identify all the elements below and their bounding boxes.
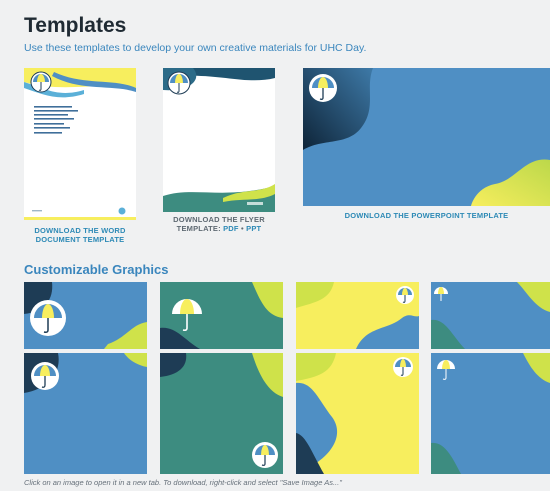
flyer-template-thumbnail[interactable] — [163, 68, 275, 212]
graphic-4-thumbnail[interactable] — [431, 282, 550, 349]
word-template-caption[interactable]: DOWNLOAD THE WORD DOCUMENT TEMPLATE — [24, 226, 136, 245]
graphic-7-thumbnail[interactable] — [296, 353, 419, 474]
flyer-pdf-link[interactable]: PDF — [223, 224, 239, 233]
word-template-thumbnail[interactable] — [24, 68, 136, 220]
graphics-footnote: Click on an image to open it in a new ta… — [24, 478, 342, 487]
flyer-ppt-link[interactable]: PPT — [246, 224, 261, 233]
flyer-link-separator: • — [241, 224, 244, 234]
umbrella-icon — [30, 300, 66, 336]
umbrella-icon — [393, 357, 413, 377]
umbrella-icon — [31, 362, 59, 390]
umbrella-logo-icon — [30, 71, 52, 93]
powerpoint-template-thumbnail[interactable] — [303, 68, 550, 206]
umbrella-icon — [252, 442, 278, 468]
graphic-2-thumbnail[interactable] — [160, 282, 283, 349]
umbrella-logo-icon — [309, 74, 337, 102]
flyer-template-caption: DOWNLOAD THE FLYER TEMPLATE: PDF • PPT — [156, 215, 282, 234]
graphic-1-thumbnail[interactable] — [24, 282, 147, 349]
graphic-5-thumbnail[interactable] — [24, 353, 147, 474]
graphics-section-title: Customizable Graphics — [24, 262, 169, 277]
powerpoint-template-caption[interactable]: DOWNLOAD THE POWERPOINT TEMPLATE — [303, 211, 550, 220]
page-title: Templates — [24, 14, 127, 37]
graphic-3-thumbnail[interactable] — [296, 282, 419, 349]
umbrella-icon — [396, 286, 414, 304]
templates-page: Templates Use these templates to develop… — [0, 0, 550, 491]
graphic-6-thumbnail[interactable] — [160, 353, 283, 474]
graphic-8-thumbnail[interactable] — [431, 353, 550, 474]
page-subtitle: Use these templates to develop your own … — [24, 42, 367, 54]
umbrella-logo-icon — [167, 71, 191, 95]
